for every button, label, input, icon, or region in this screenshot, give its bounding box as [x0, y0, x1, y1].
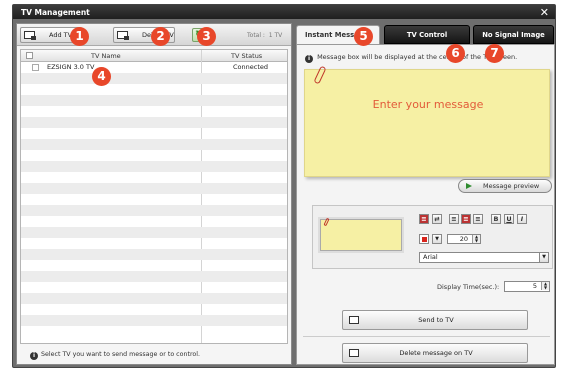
tv-table: TV Name TV Status EZSIGN 3.0 TV Connected — [20, 49, 288, 344]
horizontal-layout-icon[interactable]: ⇄ — [432, 214, 442, 224]
table-row[interactable] — [21, 106, 287, 117]
align-left-icon[interactable]: ≡ — [449, 214, 459, 224]
table-row[interactable] — [21, 326, 287, 337]
font-select[interactable]: Arial ▼ — [419, 252, 549, 263]
total-value: 1 TV — [268, 32, 283, 39]
font-size-stepper[interactable]: 20 ▲ ▼ — [447, 234, 481, 244]
total-count: Total : 1 TV — [247, 32, 282, 39]
table-row[interactable] — [21, 260, 287, 271]
message-preview-button[interactable]: Message preview — [458, 179, 552, 193]
spinner-icon[interactable]: ▲ ▼ — [472, 235, 480, 243]
note-style-thumbnail[interactable] — [320, 217, 402, 251]
window-title: TV Management — [21, 8, 90, 17]
table-row[interactable] — [21, 150, 287, 161]
format-panel: ≡ ⇄ ≡ ≡ ≡ B U I ▼ 20 ▲ ▼ Arial ▼ — [312, 205, 553, 269]
bold-button[interactable]: B — [491, 214, 501, 224]
table-row[interactable] — [21, 128, 287, 139]
tv-management-window: TV Management ✕ Add TV Delete TV ↻ Total… — [12, 4, 556, 368]
delete-message-label: Delete message on TV — [399, 349, 473, 357]
info-icon: i — [305, 55, 313, 63]
title-bar: TV Management ✕ — [13, 5, 555, 19]
table-row[interactable] — [21, 227, 287, 238]
table-row[interactable] — [21, 161, 287, 172]
tab-no-signal-image[interactable]: No Signal Image — [473, 25, 554, 44]
callout-badge-6: 6 — [446, 44, 465, 63]
table-row[interactable] — [21, 315, 287, 326]
tv-list-panel: Add TV Delete TV ↻ Total : 1 TV TV Name … — [16, 23, 292, 365]
underline-button[interactable]: U — [504, 214, 514, 224]
row-checkbox[interactable] — [32, 64, 39, 71]
vertical-layout-icon[interactable]: ≡ — [419, 214, 429, 224]
add-tv-icon — [24, 31, 36, 40]
info-icon: i — [30, 352, 38, 360]
close-icon[interactable]: ✕ — [540, 6, 549, 19]
hint-text: i Select TV you want to send message or … — [30, 351, 200, 360]
table-row[interactable] — [21, 304, 287, 315]
tab-bar: Instant Message TV Control No Signal Ima… — [296, 23, 555, 45]
paperclip-icon — [323, 217, 330, 227]
callout-badge-4: 4 — [92, 67, 111, 86]
message-input[interactable]: Enter your message — [304, 65, 550, 177]
chevron-down-icon[interactable]: ▼ — [432, 234, 442, 244]
table-row[interactable] — [21, 73, 287, 84]
table-row[interactable] — [21, 271, 287, 282]
chevron-down-icon[interactable]: ▼ — [539, 253, 548, 262]
display-time-label: Display Time(sec.): — [437, 283, 500, 291]
italic-button[interactable]: I — [517, 214, 527, 224]
tv-status-cell: Connected — [233, 63, 269, 71]
delete-tv-icon — [117, 31, 129, 40]
send-label: Send to TV — [418, 316, 454, 324]
paperclip-icon — [313, 65, 327, 85]
callout-badge-3: 3 — [197, 27, 216, 46]
table-row[interactable] — [21, 117, 287, 128]
play-icon — [466, 183, 472, 189]
table-row[interactable] — [21, 238, 287, 249]
callout-badge-7: 7 — [485, 44, 504, 63]
display-time-stepper[interactable]: 5 ▲ ▼ — [504, 281, 550, 292]
preview-label: Message preview — [483, 182, 540, 190]
callout-badge-2: 2 — [151, 27, 170, 46]
col-tv-name: TV Name — [91, 52, 121, 60]
send-to-tv-button[interactable]: Send to TV — [342, 310, 528, 330]
table-row[interactable] — [21, 183, 287, 194]
table-row[interactable] — [21, 205, 287, 216]
col-tv-status: TV Status — [231, 52, 263, 60]
hint-label: Select TV you want to send message or to… — [41, 351, 201, 358]
table-row[interactable] — [21, 293, 287, 304]
add-tv-label: Add TV — [49, 31, 73, 39]
callout-badge-1: 1 — [70, 27, 89, 46]
table-rows: EZSIGN 3.0 TV Connected — [21, 62, 287, 337]
font-size-value: 20 — [459, 235, 468, 243]
table-row[interactable] — [21, 249, 287, 260]
instant-message-panel: i Message box will be displayed at the c… — [296, 44, 555, 365]
text-color-swatch[interactable] — [419, 234, 429, 244]
total-label: Total : — [247, 32, 265, 39]
message-placeholder: Enter your message — [372, 98, 484, 111]
table-row[interactable] — [21, 95, 287, 106]
divider — [303, 336, 550, 337]
spinner-icon[interactable]: ▲ ▼ — [541, 282, 549, 290]
table-row[interactable] — [21, 139, 287, 150]
table-row[interactable] — [21, 84, 287, 95]
table-row[interactable] — [21, 216, 287, 227]
delete-message-button[interactable]: Delete message on TV — [342, 343, 528, 363]
table-row[interactable] — [21, 194, 287, 205]
tab-tv-control[interactable]: TV Control — [384, 25, 470, 44]
tv-name-cell: EZSIGN 3.0 TV — [47, 63, 95, 71]
table-row[interactable]: EZSIGN 3.0 TV Connected — [21, 62, 287, 73]
table-row[interactable] — [21, 172, 287, 183]
align-center-icon[interactable]: ≡ — [461, 214, 471, 224]
callout-badge-5: 5 — [354, 27, 373, 46]
table-header: TV Name TV Status — [21, 50, 287, 62]
font-name: Arial — [423, 253, 438, 261]
select-all-checkbox[interactable] — [26, 52, 33, 59]
align-right-icon[interactable]: ≡ — [473, 214, 483, 224]
table-row[interactable] — [21, 282, 287, 293]
display-time-value: 5 — [532, 282, 537, 290]
